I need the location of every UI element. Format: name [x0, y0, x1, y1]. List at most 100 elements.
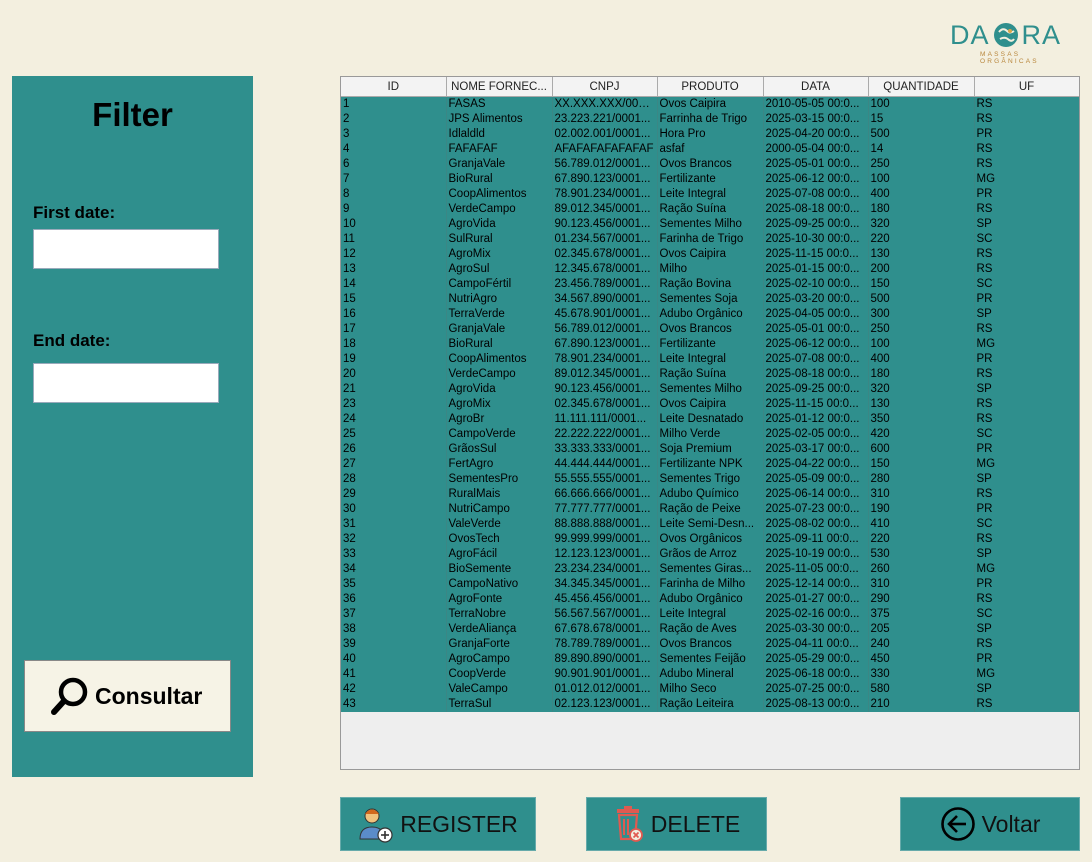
table-cell: Adubo Orgânico — [657, 307, 764, 322]
table-row[interactable]: 29 RuralMais 66.666.666/0001... Adubo Quími… — [341, 487, 1079, 502]
table-cell: 210 — [868, 697, 975, 712]
table-row[interactable]: 11 SulRural 01.234.567/0001... Farinha de T… — [341, 232, 1079, 247]
table-row[interactable]: 37 TerraNobre 56.567.567/0001... Leite Inte… — [341, 607, 1079, 622]
column-header[interactable]: ID — [341, 77, 447, 97]
table-cell: 43 — [341, 697, 447, 712]
table-cell: 410 — [868, 517, 975, 532]
table-row[interactable]: 33 AgroFácil 12.123.123/0001... Grãos de Ar… — [341, 547, 1079, 562]
table-row[interactable]: 3 Idlaldld 02.002.001/0001... Hora Pro 2025-… — [341, 127, 1079, 142]
table-cell: 180 — [868, 367, 975, 382]
table-cell: 2025-07-25 00:0... — [763, 682, 869, 697]
column-header[interactable]: DATA — [763, 77, 869, 97]
table-row[interactable]: 32 OvosTech 99.999.999/0001... Ovos Orgânic… — [341, 532, 1079, 547]
column-header[interactable]: CNPJ — [552, 77, 658, 97]
table-cell: 240 — [868, 637, 975, 652]
table-row[interactable]: 2 JPS Alimentos 23.223.221/0001... Farrinha… — [341, 112, 1079, 127]
table-row[interactable]: 26 GrãosSul 33.333.333/0001... Soja Premium… — [341, 442, 1079, 457]
table-cell: 310 — [868, 487, 975, 502]
table-row[interactable]: 4 FAFAFAF AFAFAFAFAFAFAF asfaf 2000-05-04 00… — [341, 142, 1079, 157]
table-row[interactable]: 43 TerraSul 02.123.123/0001... Ração Leitei… — [341, 697, 1079, 712]
column-header[interactable]: QUANTIDADE — [868, 77, 975, 97]
table-cell: SP — [974, 472, 1079, 487]
table-row[interactable]: 18 BioRural 67.890.123/0001... Fertilizante… — [341, 337, 1079, 352]
table-cell: 580 — [868, 682, 975, 697]
table-row[interactable]: 36 AgroFonte 45.456.456/0001... Adubo Orgân… — [341, 592, 1079, 607]
table-row[interactable]: 34 BioSemente 23.234.234/0001... Sementes G… — [341, 562, 1079, 577]
table-row[interactable]: 21 AgroVida 90.123.456/0001... Sementes Mil… — [341, 382, 1079, 397]
table-row[interactable]: 40 AgroCampo 89.890.890/0001... Sementes Fe… — [341, 652, 1079, 667]
column-header[interactable]: PRODUTO — [657, 77, 764, 97]
add-user-icon — [359, 808, 393, 843]
table-cell: RS — [974, 202, 1079, 217]
table-row[interactable]: 9 VerdeCampo 89.012.345/0001... Ração Suína… — [341, 202, 1079, 217]
register-button[interactable]: REGISTER — [340, 797, 536, 851]
table-row[interactable]: 30 NutriCampo 77.777.777/0001... Ração de P… — [341, 502, 1079, 517]
table-row[interactable]: 35 CampoNativo 34.345.345/0001... Farinha d… — [341, 577, 1079, 592]
table-row[interactable]: 17 GranjaVale 56.789.012/0001... Ovos Branc… — [341, 322, 1079, 337]
table-cell: 330 — [868, 667, 975, 682]
table-cell: FAFAFAF — [446, 142, 553, 157]
table-row[interactable]: 27 FertAgro 44.444.444/0001... Fertilizante… — [341, 457, 1079, 472]
column-header[interactable]: NOME FORNEC... — [446, 77, 553, 97]
table-row[interactable]: 31 ValeVerde 88.888.888/0001... Leite Semi-… — [341, 517, 1079, 532]
table-cell: 250 — [868, 322, 975, 337]
table-cell: SementesPro — [446, 472, 553, 487]
table-cell: 90.123.456/0001... — [552, 382, 658, 397]
table-cell: 2025-03-15 00:0... — [763, 112, 869, 127]
table-row[interactable]: 38 VerdeAliança 67.678.678/0001... Ração de… — [341, 622, 1079, 637]
globe-leaf-icon — [993, 23, 1018, 47]
table-cell: 2025-08-18 00:0... — [763, 202, 869, 217]
table-cell: 2025-02-05 00:0... — [763, 427, 869, 442]
column-header[interactable]: UF — [974, 77, 1079, 97]
voltar-button[interactable]: Voltar — [900, 797, 1080, 851]
table-cell: Ovos Caipira — [657, 247, 764, 262]
table-cell: 23.223.221/0001... — [552, 112, 658, 127]
table-row[interactable]: 8 CoopAlimentos 78.901.234/0001... Leite In… — [341, 187, 1079, 202]
table-row[interactable]: 24 AgroBr 11.111.111/0001... Leite Desnatad… — [341, 412, 1079, 427]
table-cell: 26 — [341, 442, 447, 457]
table-cell: 90.123.456/0001... — [552, 217, 658, 232]
table-cell: Fertilizante NPK — [657, 457, 764, 472]
table-cell: 28 — [341, 472, 447, 487]
table-row[interactable]: 23 AgroMix 02.345.678/0001... Ovos Caipira 2… — [341, 397, 1079, 412]
table-row[interactable]: 15 NutriAgro 34.567.890/0001... Sementes So… — [341, 292, 1079, 307]
table-cell: CampoFértil — [446, 277, 553, 292]
table-cell: MG — [974, 457, 1079, 472]
table-cell: ValeCampo — [446, 682, 553, 697]
table-body: 1 FASAS XX.XXX.XXX/0001... Ovos Caipira 2010… — [341, 96, 1079, 712]
table-row[interactable]: 19 CoopAlimentos 78.901.234/0001... Leite I… — [341, 352, 1079, 367]
table-cell: 22.222.222/0001... — [552, 427, 658, 442]
table-cell: MG — [974, 562, 1079, 577]
table-cell: Ração de Aves — [657, 622, 764, 637]
table-cell: BioRural — [446, 337, 553, 352]
table-cell: 99.999.999/0001... — [552, 532, 658, 547]
table-cell: 2025-08-02 00:0... — [763, 517, 869, 532]
table-row[interactable]: 1 FASAS XX.XXX.XXX/0001... Ovos Caipira 2010… — [341, 96, 1079, 112]
end-date-input[interactable] — [33, 363, 219, 403]
table-row[interactable]: 16 TerraVerde 45.678.901/0001... Adubo Orgâ… — [341, 307, 1079, 322]
table-cell: 67.890.123/0001... — [552, 337, 658, 352]
first-date-input[interactable] — [33, 229, 219, 269]
table-cell: 2025-10-30 00:0... — [763, 232, 869, 247]
table-row[interactable]: 12 AgroMix 02.345.678/0001... Ovos Caipira 2… — [341, 247, 1079, 262]
consultar-button[interactable]: Consultar — [24, 660, 231, 732]
table-row[interactable]: 28 SementesPro 55.555.555/0001... Sementes … — [341, 472, 1079, 487]
table-cell: Fertilizante — [657, 337, 764, 352]
table-row[interactable]: 7 BioRural 67.890.123/0001... Fertilizante 2… — [341, 172, 1079, 187]
table-row[interactable]: 42 ValeCampo 01.012.012/0001... Milho Seco 2… — [341, 682, 1079, 697]
table-row[interactable]: 13 AgroSul 12.345.678/0001... Milho 2025-01-… — [341, 262, 1079, 277]
table-cell: FASAS — [446, 96, 553, 112]
delete-button[interactable]: DELETE — [586, 797, 767, 851]
table-row[interactable]: 14 CampoFértil 23.456.789/0001... Ração Bov… — [341, 277, 1079, 292]
table-row[interactable]: 41 CoopVerde 90.901.901/0001... Adubo Miner… — [341, 667, 1079, 682]
table-row[interactable]: 25 CampoVerde 22.222.222/0001... Milho Verd… — [341, 427, 1079, 442]
table-cell: Leite Integral — [657, 352, 764, 367]
table-row[interactable]: 39 GranjaForte 78.789.789/0001... Ovos Bran… — [341, 637, 1079, 652]
table-cell: SC — [974, 607, 1079, 622]
table-cell: 2025-12-14 00:0... — [763, 577, 869, 592]
table-row[interactable]: 6 GranjaVale 56.789.012/0001... Ovos Branco… — [341, 157, 1079, 172]
table-cell: 36 — [341, 592, 447, 607]
table-cell: 33 — [341, 547, 447, 562]
table-row[interactable]: 10 AgroVida 90.123.456/0001... Sementes Mil… — [341, 217, 1079, 232]
table-row[interactable]: 20 VerdeCampo 89.012.345/0001... Ração Suín… — [341, 367, 1079, 382]
